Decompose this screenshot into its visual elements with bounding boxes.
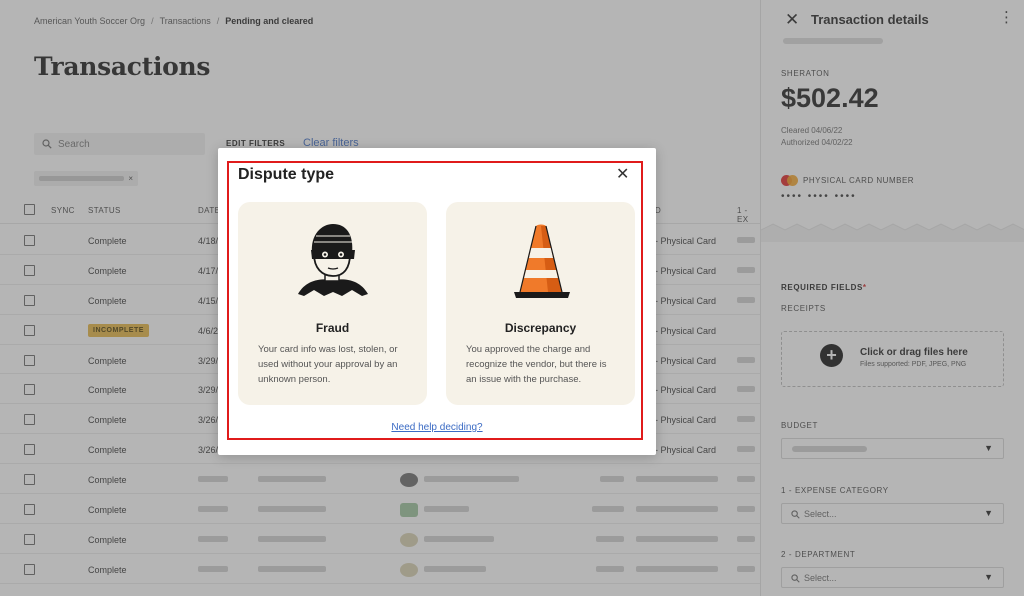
discrepancy-option-title: Discrepancy bbox=[504, 321, 577, 335]
discrepancy-option-card[interactable]: Discrepancy You approved the charge and … bbox=[446, 202, 635, 405]
discrepancy-option-description: You approved the charge and recognize th… bbox=[466, 344, 607, 385]
fraud-option-description: Your card info was lost, stolen, or used… bbox=[258, 344, 398, 385]
dispute-type-dialog: Dispute type ✕ Fraud Your card info was … bbox=[218, 148, 656, 455]
need-help-deciding-link[interactable]: Need help deciding? bbox=[218, 422, 656, 433]
close-icon[interactable]: ✕ bbox=[616, 164, 629, 184]
traffic-cone-icon bbox=[514, 224, 570, 298]
masked-thief-icon bbox=[298, 224, 368, 296]
dialog-title: Dispute type bbox=[238, 166, 335, 183]
fraud-option-title: Fraud bbox=[315, 321, 350, 335]
fraud-option-card[interactable]: Fraud Your card info was lost, stolen, o… bbox=[238, 202, 427, 405]
